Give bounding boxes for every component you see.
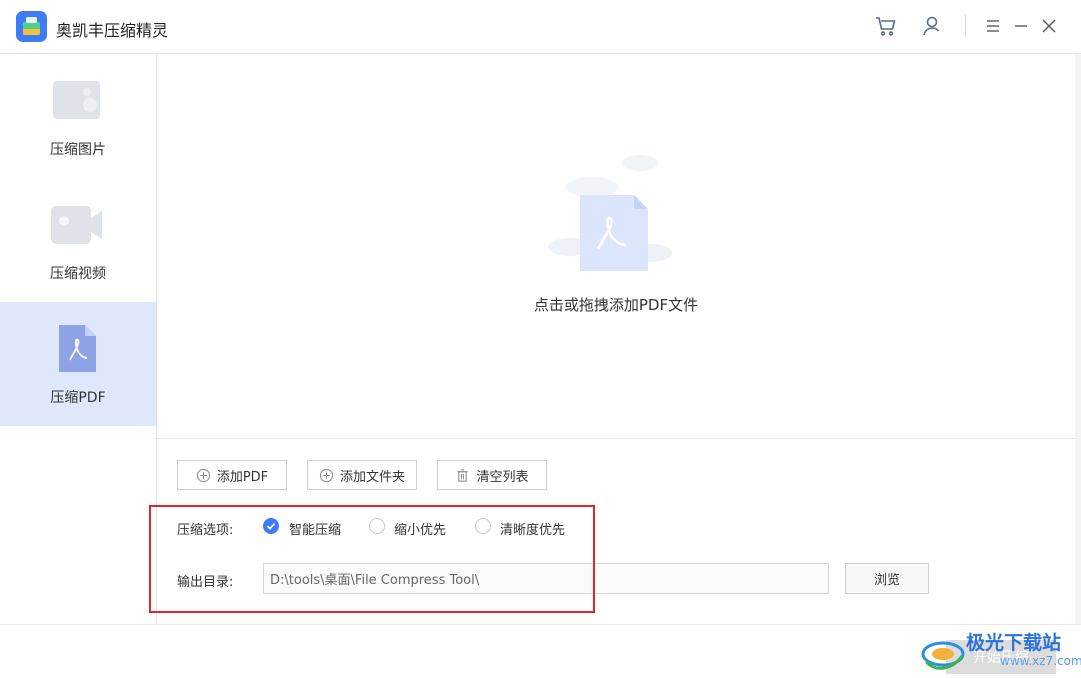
sidebar-item-compress-pdf[interactable]: 压缩PDF (0, 302, 156, 426)
compress-options-label: 压缩选项: (177, 523, 234, 538)
close-icon[interactable] (1036, 13, 1062, 39)
add-folder-label: 添加文件夹 (339, 469, 405, 485)
pdf-icon (50, 322, 106, 372)
app-logo-icon (16, 11, 47, 42)
menu-icon[interactable] (980, 13, 1006, 39)
clear-list-button[interactable]: 清空列表 (437, 460, 547, 490)
check-icon (266, 523, 276, 530)
pdf-upload-illustration-icon (542, 149, 682, 279)
browse-label: 浏览 (873, 573, 900, 588)
sidebar-item-label: 压缩PDF (50, 390, 106, 406)
drop-zone-hint: 点击或拖拽添加PDF文件 (533, 296, 699, 314)
add-folder-button[interactable]: 添加文件夹 (307, 460, 417, 490)
plus-circle-icon (319, 468, 334, 482)
titlebar-divider (965, 15, 966, 37)
watermark-title: 极光下载站 (966, 632, 1062, 654)
browse-button[interactable]: 浏览 (845, 563, 929, 594)
video-icon (50, 202, 106, 252)
sidebar-item-label: 压缩视频 (50, 266, 106, 282)
sidebar-item-label: 压缩图片 (50, 142, 106, 158)
pdf-drop-zone[interactable]: 点击或拖拽添加PDF文件 (157, 54, 1075, 439)
sidebar-item-compress-image[interactable]: 压缩图片 (0, 54, 156, 178)
add-pdf-label: 添加PDF (216, 469, 269, 485)
radio-smart-compress[interactable] (263, 518, 279, 534)
title-bar: 奥凯丰压缩精灵 (0, 0, 1081, 54)
clarity-priority-label[interactable]: 清晰度优先 (500, 519, 565, 538)
size-priority-label[interactable]: 缩小优先 (394, 519, 446, 538)
sidebar-item-compress-video[interactable]: 压缩视频 (0, 178, 156, 302)
smart-compress-label[interactable]: 智能压缩 (289, 519, 341, 538)
app-title: 奥凯丰压缩精灵 (56, 21, 169, 40)
minimize-icon[interactable] (1008, 13, 1034, 39)
output-path-input[interactable] (263, 563, 829, 594)
image-icon (50, 78, 106, 128)
radio-clarity-priority[interactable] (475, 518, 491, 534)
clear-list-label: 清空列表 (476, 469, 529, 485)
radio-size-priority[interactable] (369, 518, 385, 534)
watermark-url: www.xz7.com (1000, 654, 1081, 668)
scrollbar[interactable] (1075, 54, 1081, 624)
trash-icon (457, 468, 469, 482)
cart-icon[interactable] (873, 13, 899, 39)
sidebar: 压缩图片 压缩视频 压缩PDF (0, 54, 157, 624)
user-icon[interactable] (919, 13, 945, 39)
output-dir-label: 输出目录: (177, 575, 234, 590)
add-pdf-button[interactable]: 添加PDF (177, 460, 287, 490)
plus-circle-icon (196, 468, 210, 482)
